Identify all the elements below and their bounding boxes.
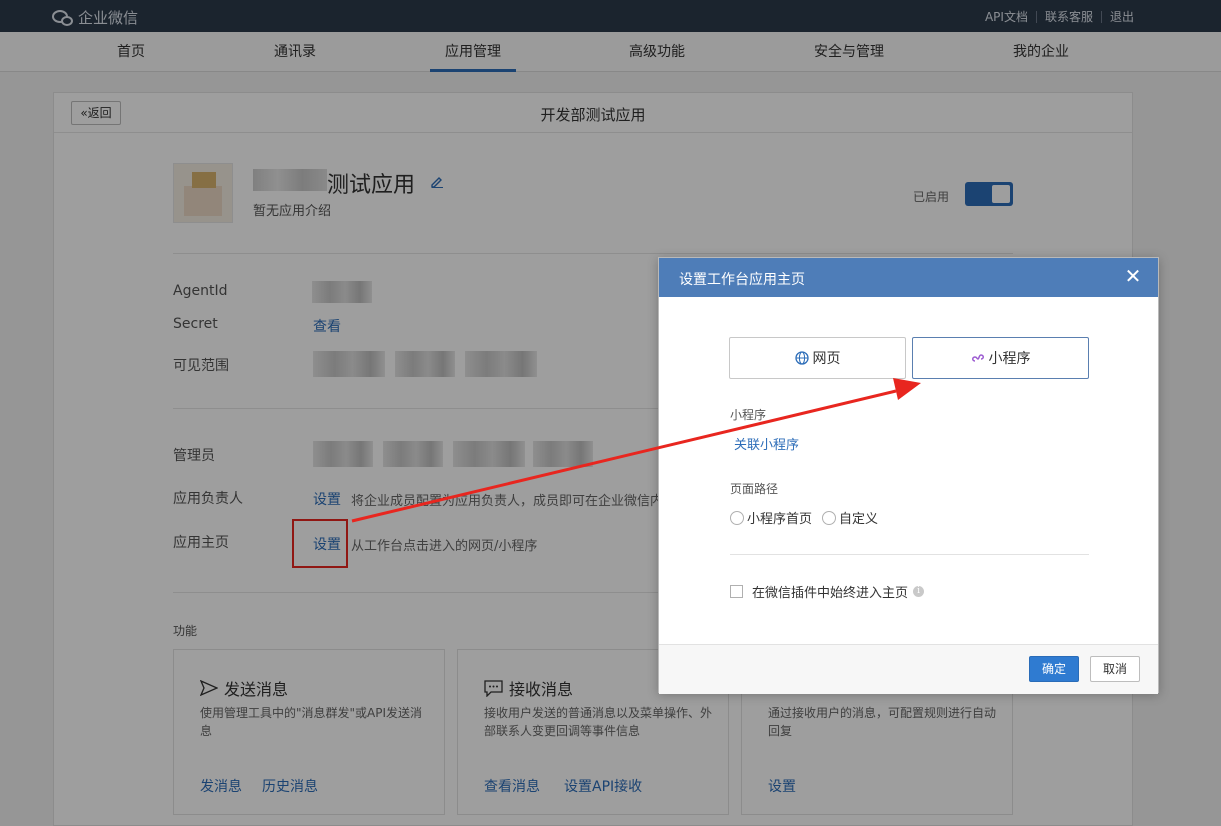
- page-path-options: 小程序首页 自定义: [730, 508, 878, 527]
- confirm-button[interactable]: 确定: [1029, 656, 1079, 682]
- miniprogram-icon: [971, 354, 984, 362]
- radio-miniprogram-home-label[interactable]: 小程序首页: [747, 508, 812, 527]
- always-home-option: 在微信插件中始终进入主页 i: [730, 582, 925, 601]
- type-miniprogram-button[interactable]: 小程序: [912, 337, 1089, 379]
- radio-custom-label[interactable]: 自定义: [839, 508, 878, 527]
- homepage-settings-dialog: 设置工作台应用主页 ✕ 网页 小程序 小程序 关联小程序 页面路径 小程序首页 …: [658, 257, 1159, 694]
- cancel-button[interactable]: 取消: [1090, 656, 1140, 682]
- close-icon[interactable]: ✕: [1124, 266, 1142, 286]
- always-home-checkbox[interactable]: [730, 585, 743, 598]
- dialog-header: 设置工作台应用主页 ✕: [659, 258, 1158, 297]
- type-webpage-button[interactable]: 网页: [729, 337, 906, 379]
- page-path-label: 页面路径: [730, 482, 779, 496]
- always-home-label[interactable]: 在微信插件中始终进入主页: [752, 582, 908, 601]
- link-miniprogram-link[interactable]: 关联小程序: [734, 434, 799, 453]
- radio-custom[interactable]: [822, 510, 837, 525]
- globe-icon: [794, 351, 809, 365]
- info-icon[interactable]: i: [913, 586, 925, 597]
- dialog-title: 设置工作台应用主页: [679, 272, 805, 288]
- miniprogram-label: 小程序: [730, 408, 767, 422]
- divider: [730, 554, 1089, 555]
- radio-miniprogram-home[interactable]: [730, 510, 744, 525]
- dialog-footer: 确定 取消: [659, 644, 1158, 694]
